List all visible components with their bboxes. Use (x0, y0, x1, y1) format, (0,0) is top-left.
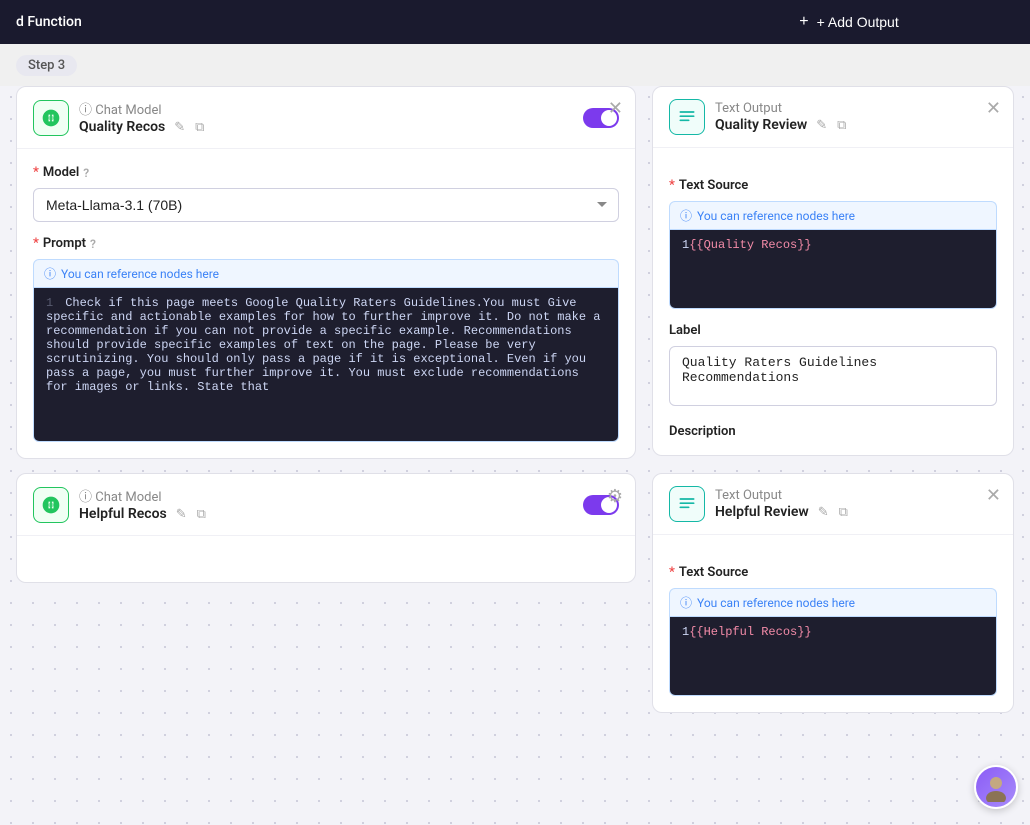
top-bar-left: d Function (0, 0, 668, 44)
description-label: Description (669, 424, 997, 439)
reference-hint-ts: ⓘ You can reference nodes here (669, 201, 997, 229)
top-bar-right: + + Add Output (668, 0, 1030, 44)
prompt-label: * Prompt ? (33, 236, 619, 251)
card-header-2: ⓘ Chat Model Helpful Recos ✎ ⧉ ⚙ (17, 474, 635, 536)
avatar[interactable] (974, 765, 1018, 809)
output-type-1: Text Output (715, 101, 997, 116)
output-name-actions-1: ✎ ⧉ (813, 116, 849, 134)
label-section: Label Quality Raters Guidelines Recommen… (669, 323, 997, 410)
edit-output-name-2[interactable]: ✎ (815, 503, 832, 521)
model-section: * Model ? Meta-Llama-3.1 (70B) (33, 165, 619, 222)
output-name-2: Helpful Review ✎ ⧉ (715, 503, 997, 521)
text-source-code-area-2[interactable]: 1{{Helpful Recos}} (669, 616, 997, 696)
info-icon-2: ⓘ (79, 490, 95, 505)
main-content: ⓘ Chat Model Quality Recos ✎ ⧉ ✕ (0, 86, 1030, 825)
text-source-section: * Text Source ⓘ You can reference nodes … (669, 178, 997, 309)
step-bar: Step 3 (0, 44, 1030, 86)
text-source-label: * Text Source (669, 178, 997, 193)
text-source-label-2: * Text Source (669, 565, 997, 580)
output-card-header-1: Text Output Quality Review ✎ ⧉ ✕ (653, 87, 1013, 148)
row-1: ⓘ Chat Model Quality Recos ✎ ⧉ ✕ (16, 86, 1014, 459)
close-output-button-2[interactable]: ✕ (986, 486, 1001, 504)
col-left-1: ⓘ Chat Model Quality Recos ✎ ⧉ ✕ (16, 86, 636, 459)
card-type-2: ⓘ Chat Model (79, 486, 573, 505)
info-circle-ts2: ⓘ (680, 594, 692, 611)
col-right-1: Text Output Quality Review ✎ ⧉ ✕ (652, 86, 1014, 459)
openai-icon-container (33, 100, 69, 136)
label-input[interactable]: Quality Raters Guidelines Recommendation… (669, 346, 997, 406)
chat-model-card-2: ⓘ Chat Model Helpful Recos ✎ ⧉ ⚙ (16, 473, 636, 583)
required-star-prompt: * (33, 236, 39, 251)
model-help-icon: ? (83, 166, 89, 180)
edit-name-button-1[interactable]: ✎ (171, 118, 188, 136)
output-card-body-2: * Text Source ⓘ You can reference nodes … (653, 535, 1013, 712)
model-select[interactable]: Meta-Llama-3.1 (70B) (33, 188, 619, 222)
text-source-code-area[interactable]: 1{{Quality Recos}} (669, 229, 997, 309)
output-type-2: Text Output (715, 488, 997, 503)
plus-icon: + (799, 13, 808, 31)
text-output-card-1: Text Output Quality Review ✎ ⧉ ✕ (652, 86, 1014, 456)
required-star-ts2: * (669, 565, 675, 580)
openai-icon (41, 108, 61, 128)
close-button-1[interactable]: ✕ (608, 99, 623, 117)
edit-name-button-2[interactable]: ✎ (173, 505, 190, 523)
output-card-header-2: Text Output Helpful Review ✎ ⧉ ✕ (653, 474, 1013, 535)
add-output-button[interactable]: + + Add Output (799, 13, 898, 31)
template-var-1: {{Quality Recos}} (689, 238, 811, 252)
reference-hint-prompt: ⓘ You can reference nodes here (33, 259, 619, 287)
prompt-text: Check if this page meets Google Quality … (46, 296, 608, 394)
col-left-2: ⓘ Chat Model Helpful Recos ✎ ⧉ ⚙ (16, 473, 636, 713)
text-output-card-2: Text Output Helpful Review ✎ ⧉ ✕ (652, 473, 1014, 713)
copy-output-name-1[interactable]: ⧉ (834, 116, 849, 134)
prompt-code-area[interactable]: 1Check if this page meets Google Quality… (33, 287, 619, 442)
card-title-area-2: ⓘ Chat Model Helpful Recos ✎ ⧉ (79, 486, 573, 523)
info-circle-ts: ⓘ (680, 207, 692, 224)
add-output-label: + Add Output (817, 14, 899, 30)
card-name-1: Quality Recos ✎ ⧉ (79, 118, 573, 136)
text-output-icon-2 (677, 494, 697, 514)
card-body-1: * Model ? Meta-Llama-3.1 (70B) * Prompt (17, 149, 635, 458)
output-card-body-1: * Text Source ⓘ You can reference nodes … (653, 148, 1013, 455)
openai-icon-container-2 (33, 487, 69, 523)
output-name-actions-2: ✎ ⧉ (815, 503, 851, 521)
info-circle-prompt: ⓘ (44, 265, 56, 282)
card-name-2: Helpful Recos ✎ ⧉ (79, 505, 573, 523)
model-label: * Model ? (33, 165, 619, 180)
row-2: ⓘ Chat Model Helpful Recos ✎ ⧉ ⚙ (16, 473, 1014, 713)
settings-button-2[interactable]: ⚙ (607, 486, 623, 507)
card-title-area-1: ⓘ Chat Model Quality Recos ✎ ⧉ (79, 99, 573, 136)
label-label: Label (669, 323, 997, 338)
prompt-section: * Prompt ? ⓘ You can reference nodes her… (33, 236, 619, 442)
card-name-actions-2: ✎ ⧉ (173, 505, 209, 523)
card-type-1: ⓘ Chat Model (79, 99, 573, 118)
step-label: Step 3 (16, 55, 77, 76)
copy-output-name-2[interactable]: ⧉ (836, 503, 851, 521)
edit-output-name-1[interactable]: ✎ (813, 116, 830, 134)
prompt-help-icon: ? (90, 237, 96, 251)
avatar-image (976, 767, 1016, 807)
text-output-icon-container-2 (669, 486, 705, 522)
text-output-icon-container-1 (669, 99, 705, 135)
reference-hint-ts2: ⓘ You can reference nodes here (669, 588, 997, 616)
card-name-actions-1: ✎ ⧉ (171, 118, 207, 136)
required-star-ts: * (669, 178, 675, 193)
text-source-section-2: * Text Source ⓘ You can reference nodes … (669, 565, 997, 696)
copy-name-button-2[interactable]: ⧉ (194, 505, 209, 523)
close-output-button-1[interactable]: ✕ (986, 99, 1001, 117)
template-var-2: {{Helpful Recos}} (689, 625, 811, 639)
output-title-area-2: Text Output Helpful Review ✎ ⧉ (715, 488, 997, 521)
output-title-area-1: Text Output Quality Review ✎ ⧉ (715, 101, 997, 134)
top-bar: d Function + + Add Output (0, 0, 1030, 44)
top-bar-title: d Function (16, 14, 82, 30)
required-star-model: * (33, 165, 39, 180)
card-header-1: ⓘ Chat Model Quality Recos ✎ ⧉ ✕ (17, 87, 635, 149)
line-num-1: 1 (46, 296, 53, 310)
copy-name-button-1[interactable]: ⧉ (192, 118, 207, 136)
info-icon-1: ⓘ (79, 103, 95, 118)
openai-icon-2 (41, 495, 61, 515)
output-name-1: Quality Review ✎ ⧉ (715, 116, 997, 134)
chat-model-card-1: ⓘ Chat Model Quality Recos ✎ ⧉ ✕ (16, 86, 636, 459)
col-right-2: Text Output Helpful Review ✎ ⧉ ✕ (652, 473, 1014, 713)
text-output-icon-1 (677, 107, 697, 127)
